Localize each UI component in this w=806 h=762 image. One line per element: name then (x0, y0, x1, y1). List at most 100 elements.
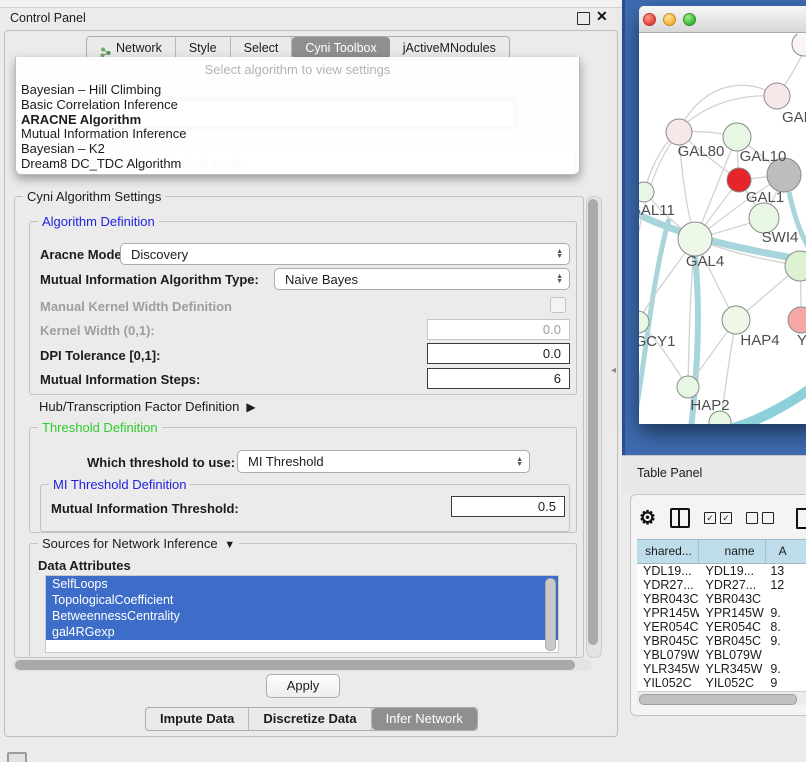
mi-steps-field[interactable]: 6 (427, 368, 570, 389)
manual-kernel-checkbox[interactable] (550, 297, 566, 313)
settings-vertical-scrollbar[interactable] (586, 196, 602, 658)
table-row[interactable]: YIL052CYIL052C9 (637, 676, 806, 690)
table-cell: 9 (766, 676, 806, 690)
network-edge[interactable] (733, 384, 806, 424)
node-label-hap4: HAP4 (740, 332, 779, 349)
tab-infer-network[interactable]: Infer Network (372, 708, 477, 730)
select-all-checkboxes-icon[interactable]: ✓✓ (704, 512, 732, 524)
node-pink-right[interactable] (788, 307, 806, 333)
column-layout-icon[interactable] (670, 508, 690, 528)
tab-jactivemnodules[interactable]: jActiveMNodules (390, 37, 509, 59)
zoom-traffic-light-icon[interactable] (683, 13, 696, 26)
attribute-item[interactable]: SelfLoops (46, 576, 558, 592)
table-row[interactable]: YLR345WYLR345W9. (637, 662, 806, 676)
node-label-gal80: GAL80 (678, 143, 725, 160)
dropdown-hint: Select algorithm to view settings (16, 57, 579, 83)
node-label-gal11: GAL11 (639, 202, 675, 219)
node-pink-upper[interactable] (764, 83, 790, 109)
table-cell: YIL052C (637, 676, 699, 690)
mi-threshold-field[interactable]: 0.5 (451, 496, 565, 517)
network-icon (100, 43, 111, 54)
tab-select[interactable]: Select (231, 37, 293, 59)
table-cell: YER054C (637, 620, 699, 634)
sources-title[interactable]: Sources for Network Inference ▼ (38, 536, 239, 551)
node-top-partial[interactable] (792, 34, 806, 56)
network-window[interactable]: GALGAL80GAL10GAL1GAL11GAL4SWI4GCY1HAP4YH… (639, 6, 806, 424)
network-edge[interactable] (679, 85, 777, 131)
minimize-traffic-light-icon[interactable] (663, 13, 676, 26)
close-icon[interactable]: ✕ (596, 8, 608, 25)
menu-item-bayesian-hill-climbing[interactable]: Bayesian – Hill Climbing (16, 83, 579, 98)
table-row[interactable]: YER054CYER054C8. (637, 620, 806, 634)
table-row[interactable]: YBL079WYBL079W (637, 648, 806, 662)
tab-style[interactable]: Style (176, 37, 231, 59)
apply-button[interactable]: Apply (266, 674, 340, 698)
menu-item-aracne-algorithm[interactable]: ARACNE Algorithm (16, 113, 579, 128)
table-cell: YDR27... (637, 578, 699, 592)
table-cell: YDR27... (699, 578, 766, 592)
dpi-tolerance-label: DPI Tolerance [0,1]: (40, 348, 160, 363)
node-label-hap2: HAP2 (690, 397, 729, 414)
which-threshold-combobox[interactable]: MI Threshold ▲▼ (237, 450, 530, 473)
column-header[interactable]: name (699, 540, 766, 563)
attribute-item[interactable]: BetweennessCentrality (46, 608, 558, 624)
gear-icon[interactable]: ⚙ (639, 509, 656, 528)
menu-item-bayesian-k2[interactable]: Bayesian – K2 (16, 142, 579, 157)
page-icon[interactable] (796, 508, 806, 529)
table-row[interactable]: YBR045CYBR045C9. (637, 634, 806, 648)
data-attributes-list: SelfLoopsTopologicalCoefficientBetweenne… (45, 575, 559, 653)
stepper-icon: ▲▼ (556, 249, 563, 259)
table-cell (766, 648, 806, 662)
table-row[interactable]: YPR145WYPR145W9. (637, 606, 806, 620)
network-canvas[interactable]: GALGAL80GAL10GAL1GAL11GAL4SWI4GCY1HAP4YH… (639, 34, 806, 424)
expand-right-icon: ▶ (243, 400, 256, 414)
attribute-item[interactable]: gal4RGexp (46, 624, 558, 640)
tab-network-label: Network (116, 37, 162, 59)
hub-definition-toggle[interactable]: Hub/Transcription Factor Definition ▶ (39, 399, 256, 414)
table-horizontal-scrollbar[interactable] (637, 691, 806, 705)
table-row[interactable]: YDL19...YDL19...13 (637, 564, 806, 578)
menu-item-mutual-information-inference[interactable]: Mutual Information Inference (16, 127, 579, 142)
which-threshold-label: Which threshold to use: (87, 455, 235, 470)
node-hap2[interactable] (677, 376, 699, 398)
table-cell: 13 (766, 564, 806, 578)
node-label-gal: GAL (782, 109, 806, 126)
node-hap4[interactable] (722, 306, 750, 334)
column-header[interactable]: A (766, 540, 806, 563)
bottom-tabbar: Impute Data Discretize Data Infer Networ… (145, 707, 478, 731)
panel-resize-handle-icon[interactable]: ◂ (611, 365, 616, 376)
aracne-mode-combobox[interactable]: Discovery ▲▼ (120, 243, 570, 265)
node-gal4[interactable] (678, 222, 712, 256)
kernel-width-field[interactable]: 0.0 (427, 319, 570, 340)
network-window-titlebar[interactable] (639, 6, 806, 33)
menu-item-dream8-dc-tdc-algorithm[interactable]: Dream8 DC_TDC Algorithm (16, 157, 579, 172)
tab-impute-data[interactable]: Impute Data (146, 708, 249, 730)
node-gal11[interactable] (639, 182, 654, 202)
node-gal80[interactable] (666, 119, 692, 145)
table-toolbar: ⚙ ✓✓ (639, 503, 806, 533)
tab-discretize-data[interactable]: Discretize Data (249, 708, 371, 730)
attribute-item[interactable]: TopologicalCoefficient (46, 592, 558, 608)
table-cell: YBR043C (699, 592, 766, 606)
clear-all-checkboxes-icon[interactable] (746, 512, 774, 524)
settings-horizontal-scrollbar[interactable] (12, 659, 592, 671)
table-row[interactable]: YBR043CYBR043C (637, 592, 806, 606)
menu-item-basic-correlation-inference[interactable]: Basic Correlation Inference (16, 98, 579, 113)
expand-down-icon: ▼ (221, 539, 235, 551)
mi-type-label: Mutual Information Algorithm Type: (40, 272, 259, 287)
mi-type-combobox[interactable]: Naive Bayes ▲▼ (274, 268, 570, 290)
table-row[interactable]: YDR27...YDR27...12 (637, 578, 806, 592)
column-header[interactable]: shared... (637, 540, 699, 563)
tab-cyni-toolbox[interactable]: Cyni Toolbox (292, 37, 389, 59)
table-cell: 12 (766, 578, 806, 592)
close-traffic-light-icon[interactable] (643, 13, 656, 26)
node-label-gal4: GAL4 (686, 253, 724, 270)
node-label-y: Y (797, 332, 806, 349)
list-scrollbar[interactable] (545, 578, 556, 651)
tab-network[interactable]: Network (87, 37, 176, 59)
float-window-icon[interactable] (577, 12, 590, 25)
dock-icon[interactable] (7, 752, 27, 762)
dpi-tolerance-field[interactable]: 0.0 (427, 343, 570, 364)
node-gal10[interactable] (723, 123, 751, 151)
mi-threshold-label: Mutual Information Threshold: (51, 501, 239, 516)
